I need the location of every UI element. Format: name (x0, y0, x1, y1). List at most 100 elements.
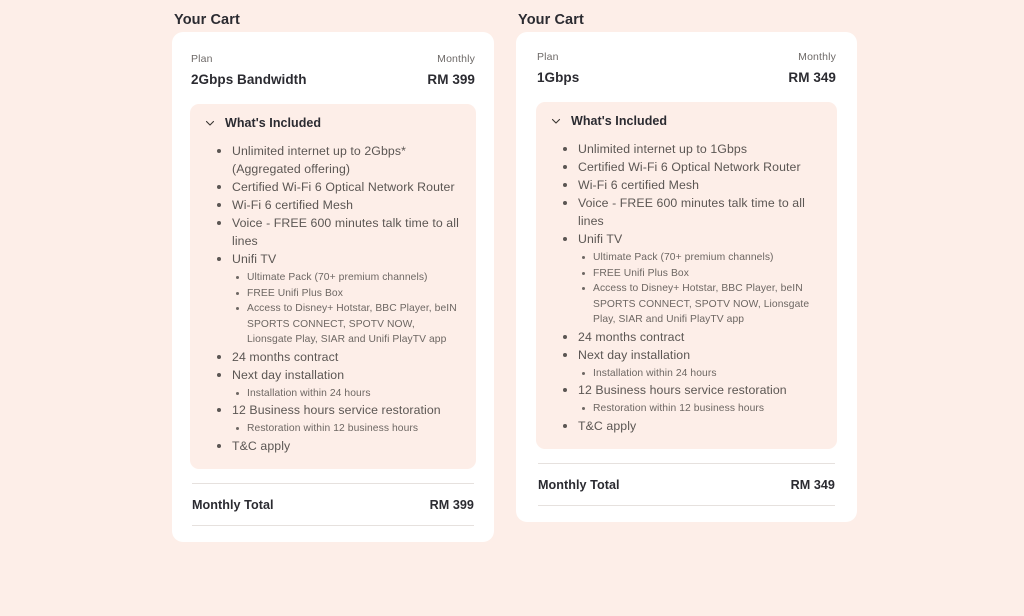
whats-included-toggle[interactable]: What's Included (548, 114, 823, 128)
feature-sublist: Restoration within 12 business hours (576, 401, 823, 417)
monthly-total-row: Monthly Total RM 399 (190, 484, 476, 525)
page-title: Your Cart (174, 12, 240, 28)
feature-item: T&C apply (230, 437, 462, 455)
feature-subitem: FREE Unifi Plus Box (593, 266, 823, 282)
feature-item-label: Unifi TV (576, 230, 823, 248)
feature-subitem-label: Access to Disney+ Hotstar, BBC Player, b… (593, 281, 823, 328)
feature-subitem-label: Ultimate Pack (70+ premium channels) (593, 250, 823, 266)
cart-card: Plan 2Gbps Bandwidth Monthly RM 399 What… (172, 32, 494, 542)
price-info: Monthly RM 399 (427, 52, 475, 89)
cart-card: Plan 1Gbps Monthly RM 349 What's Include… (516, 32, 857, 522)
feature-subitem: Restoration within 12 business hours (593, 401, 823, 417)
feature-item-label: Next day installation (576, 346, 823, 364)
plan-price: RM 399 (427, 72, 475, 87)
feature-subitem: Ultimate Pack (70+ premium channels) (593, 250, 823, 266)
feature-sublist: Restoration within 12 business hours (230, 421, 462, 437)
cart-column-left: Your Cart Plan 2Gbps Bandwidth Monthly R… (172, 0, 494, 542)
feature-subitem: FREE Unifi Plus Box (247, 286, 462, 302)
feature-item-label: 12 Business hours service restoration (576, 381, 823, 399)
feature-item-label: 12 Business hours service restoration (230, 401, 462, 419)
price-period-label: Monthly (798, 51, 836, 63)
whats-included-panel: What's Included Unlimited internet up to… (536, 102, 837, 449)
feature-item-label: Voice - FREE 600 minutes talk time to al… (576, 194, 823, 230)
cart-comparison-page: Your Cart Plan 2Gbps Bandwidth Monthly R… (0, 0, 1024, 616)
feature-item-label: T&C apply (576, 417, 823, 435)
feature-subitem-label: FREE Unifi Plus Box (247, 286, 462, 302)
feature-item-label: Unlimited internet up to 1Gbps (576, 140, 823, 158)
feature-subitem-label: Ultimate Pack (70+ premium channels) (247, 270, 462, 286)
feature-subitem: Access to Disney+ Hotstar, BBC Player, b… (593, 281, 823, 328)
feature-item: Unifi TV Ultimate Pack (70+ premium chann… (230, 250, 462, 348)
feature-item: Wi-Fi 6 certified Mesh (576, 176, 823, 194)
plan-price: RM 349 (788, 70, 836, 85)
feature-item: Voice - FREE 600 minutes talk time to al… (576, 194, 823, 230)
chevron-down-icon (204, 117, 216, 129)
total-block: Monthly Total RM 349 (536, 462, 837, 506)
monthly-total-value: RM 399 (429, 497, 474, 512)
total-block: Monthly Total RM 399 (190, 482, 476, 526)
feature-item: Voice - FREE 600 minutes talk time to al… (230, 214, 462, 250)
feature-item: Next day installation Installation within… (230, 366, 462, 402)
feature-item-label: Wi-Fi 6 certified Mesh (230, 196, 462, 214)
plan-summary-row: Plan 1Gbps Monthly RM 349 (536, 44, 837, 87)
feature-subitem: Installation within 24 hours (593, 366, 823, 382)
feature-item: Certified Wi-Fi 6 Optical Network Router (576, 158, 823, 176)
feature-item: Next day installation Installation within… (576, 346, 823, 382)
chevron-down-icon (550, 115, 562, 127)
whats-included-toggle[interactable]: What's Included (202, 116, 462, 130)
feature-list: Unlimited internet up to 1Gbps Certified … (548, 140, 823, 435)
feature-item-label: Certified Wi-Fi 6 Optical Network Router (576, 158, 823, 176)
feature-sublist: Ultimate Pack (70+ premium channels) FREE… (230, 270, 462, 348)
whats-included-title: What's Included (571, 114, 668, 128)
feature-subitem: Installation within 24 hours (247, 386, 462, 402)
divider (192, 524, 474, 526)
page-title: Your Cart (518, 12, 584, 28)
feature-subitem-label: FREE Unifi Plus Box (593, 266, 823, 282)
monthly-total-label: Monthly Total (538, 477, 620, 492)
feature-item-label: Next day installation (230, 366, 462, 384)
divider (538, 504, 835, 506)
feature-item-label: Voice - FREE 600 minutes talk time to al… (230, 214, 462, 250)
plan-info: Plan 1Gbps (537, 50, 579, 87)
monthly-total-label: Monthly Total (192, 497, 274, 512)
feature-sublist: Installation within 24 hours (576, 366, 823, 382)
feature-item: Wi-Fi 6 certified Mesh (230, 196, 462, 214)
feature-list: Unlimited internet up to 2Gbps* (Aggrega… (202, 142, 462, 455)
monthly-total-row: Monthly Total RM 349 (536, 464, 837, 505)
plan-summary-row: Plan 2Gbps Bandwidth Monthly RM 399 (190, 46, 476, 89)
feature-item-label: Wi-Fi 6 certified Mesh (576, 176, 823, 194)
feature-item: 24 months contract (230, 348, 462, 366)
plan-name: 1Gbps (537, 70, 580, 85)
feature-subitem: Access to Disney+ Hotstar, BBC Player, b… (247, 301, 462, 348)
feature-subitem-label: Access to Disney+ Hotstar, BBC Player, b… (247, 301, 462, 348)
feature-subitem-label: Restoration within 12 business hours (593, 401, 823, 417)
plan-info: Plan 2Gbps Bandwidth (191, 52, 307, 89)
feature-item-label: Unifi TV (230, 250, 462, 268)
feature-sublist: Installation within 24 hours (230, 386, 462, 402)
feature-item-label: T&C apply (230, 437, 462, 455)
feature-subitem-label: Installation within 24 hours (593, 366, 823, 382)
feature-subitem-label: Installation within 24 hours (247, 386, 462, 402)
plan-name: 2Gbps Bandwidth (191, 72, 307, 87)
feature-sublist: Ultimate Pack (70+ premium channels) FREE… (576, 250, 823, 328)
feature-item-label: Unlimited internet up to 2Gbps* (Aggrega… (230, 142, 462, 178)
feature-item-label: Certified Wi-Fi 6 Optical Network Router (230, 178, 462, 196)
feature-item: 12 Business hours service restoration Res… (230, 401, 462, 437)
feature-item: Certified Wi-Fi 6 Optical Network Router (230, 178, 462, 196)
feature-item-label: 24 months contract (230, 348, 462, 366)
feature-item: 24 months contract (576, 328, 823, 346)
feature-item: 12 Business hours service restoration Res… (576, 381, 823, 417)
whats-included-panel: What's Included Unlimited internet up to… (190, 104, 476, 469)
feature-subitem: Ultimate Pack (70+ premium channels) (247, 270, 462, 286)
plan-label: Plan (537, 51, 559, 63)
plan-label: Plan (191, 53, 213, 65)
feature-item-label: 24 months contract (576, 328, 823, 346)
whats-included-title: What's Included (225, 116, 322, 130)
feature-subitem-label: Restoration within 12 business hours (247, 421, 462, 437)
cart-column-right: Your Cart Plan 1Gbps Monthly RM 349 What… (516, 0, 857, 522)
feature-item: T&C apply (576, 417, 823, 435)
price-period-label: Monthly (437, 53, 475, 65)
feature-subitem: Restoration within 12 business hours (247, 421, 462, 437)
price-info: Monthly RM 349 (788, 50, 836, 87)
feature-item: Unlimited internet up to 2Gbps* (Aggrega… (230, 142, 462, 178)
